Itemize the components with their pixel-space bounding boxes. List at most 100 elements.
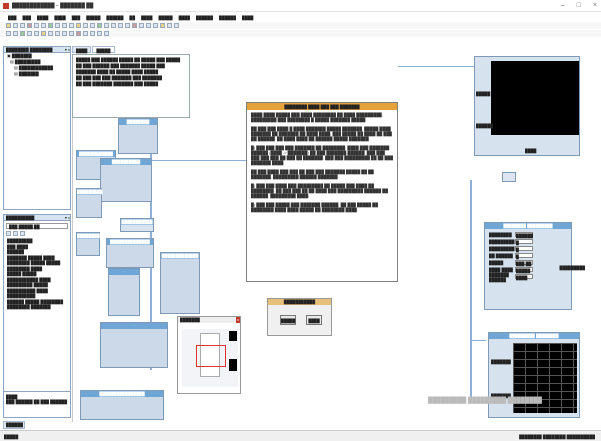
fgen-row-value[interactable]: ██████ bbox=[515, 232, 533, 238]
wire-icon[interactable] bbox=[13, 31, 18, 36]
menu-item[interactable]: ██████ bbox=[196, 15, 213, 20]
align-left-icon[interactable] bbox=[104, 23, 109, 28]
close-button[interactable]: × bbox=[593, 2, 597, 9]
waveform-graph[interactable]: █████ ██████ ████ bbox=[474, 56, 580, 156]
run-icon[interactable] bbox=[48, 23, 53, 28]
menu-item[interactable]: ██ bbox=[129, 15, 135, 20]
pin-icon[interactable]: ▾ x bbox=[65, 215, 70, 220]
menu-item[interactable]: ████ bbox=[37, 15, 48, 20]
pointer-icon[interactable] bbox=[6, 31, 11, 36]
canvas-node[interactable]: · bbox=[100, 322, 168, 368]
redo-icon[interactable] bbox=[69, 23, 74, 28]
help-icon[interactable] bbox=[174, 23, 179, 28]
debug-icon[interactable] bbox=[83, 23, 88, 28]
minimap-title: ███████ bbox=[180, 317, 200, 322]
tab-item[interactable]: ████ bbox=[72, 46, 92, 53]
canvas-node[interactable]: █████████ bbox=[76, 188, 103, 218]
canvas-node[interactable]: ████████ bbox=[76, 232, 100, 256]
maximize-button[interactable]: □ bbox=[577, 2, 581, 9]
tab-item[interactable]: █████ bbox=[92, 46, 115, 53]
align-center-icon[interactable] bbox=[111, 23, 116, 28]
tree-item[interactable]: ▤ ███████ bbox=[4, 71, 70, 77]
image-icon[interactable] bbox=[76, 31, 81, 36]
minimap-viewport[interactable] bbox=[196, 345, 226, 367]
status-text: █████ bbox=[4, 434, 19, 439]
new-icon[interactable] bbox=[6, 23, 11, 28]
build-icon[interactable] bbox=[76, 23, 81, 28]
table-icon[interactable] bbox=[69, 31, 74, 36]
stop-icon[interactable] bbox=[55, 23, 60, 28]
wire bbox=[470, 180, 472, 400]
category-icon[interactable] bbox=[13, 231, 18, 236]
menu-item[interactable]: ████ bbox=[179, 15, 190, 20]
delete-icon[interactable] bbox=[132, 23, 137, 28]
group-icon[interactable] bbox=[83, 31, 88, 36]
menu-item[interactable]: ██████ bbox=[106, 15, 123, 20]
panel-icon[interactable] bbox=[55, 31, 60, 36]
canvas-node[interactable]: · bbox=[108, 268, 140, 316]
menu-item[interactable]: █████ bbox=[86, 15, 100, 20]
cut-icon[interactable] bbox=[27, 23, 32, 28]
spectrum-graph[interactable]: █████████ ████████ ███████ ███████ bbox=[488, 332, 580, 418]
label-icon[interactable] bbox=[34, 31, 39, 36]
button-icon[interactable] bbox=[48, 31, 53, 36]
minimize-button[interactable]: – bbox=[561, 2, 565, 9]
close-icon[interactable]: x bbox=[236, 317, 240, 323]
canvas-node[interactable]: ██████████████ bbox=[106, 238, 154, 268]
ungroup-icon[interactable] bbox=[90, 31, 95, 36]
fit-icon[interactable] bbox=[153, 23, 158, 28]
canvas-node[interactable]: ██████████ bbox=[100, 158, 152, 202]
program-explorer-panel: ████████ ████████ ▾ x ▣ ███████ ▤ ██████… bbox=[3, 46, 71, 210]
layout-icon[interactable] bbox=[160, 23, 165, 28]
open-icon[interactable] bbox=[13, 23, 18, 28]
align-right-icon[interactable] bbox=[118, 23, 123, 28]
fgen-row-value[interactable]: █ bbox=[515, 239, 533, 245]
paste-icon[interactable] bbox=[41, 23, 46, 28]
minimap-view[interactable] bbox=[182, 329, 238, 387]
menu-item[interactable]: ████ bbox=[242, 15, 253, 20]
zoom-in-icon[interactable] bbox=[139, 23, 144, 28]
undo-icon[interactable] bbox=[62, 23, 67, 28]
canvas-node[interactable]: ████████ bbox=[118, 118, 158, 154]
text-icon[interactable] bbox=[27, 31, 32, 36]
menu-item[interactable]: ████ bbox=[54, 15, 65, 20]
canvas-node[interactable]: ███████████ bbox=[120, 218, 154, 232]
fgen-row-value[interactable]: ███ ██ bbox=[515, 260, 533, 266]
fgen-row-value[interactable]: █ bbox=[515, 246, 533, 252]
events-icon[interactable] bbox=[20, 231, 25, 236]
sort-icon[interactable] bbox=[6, 231, 11, 236]
spectrum-graph-title: █████████ ████████ bbox=[489, 333, 579, 339]
fgen-row-value[interactable]: █ bbox=[515, 253, 533, 259]
grid-icon[interactable] bbox=[125, 23, 130, 28]
numeric-indicator[interactable] bbox=[502, 172, 516, 182]
object-selector[interactable]: ███ █████ ██ bbox=[6, 223, 68, 229]
canvas-node[interactable]: █████████████ bbox=[160, 252, 200, 314]
start-button[interactable]: █████ bbox=[280, 315, 296, 325]
menu-item[interactable]: █████ bbox=[158, 15, 172, 20]
bring-front-icon[interactable] bbox=[97, 31, 102, 36]
bottom-tab[interactable]: ██████ bbox=[3, 421, 25, 429]
fgen-row-value[interactable]: ████ bbox=[515, 274, 533, 280]
copy-icon[interactable] bbox=[34, 23, 39, 28]
property-grid: █████████ ███ ████ ██████ ███████ █████ … bbox=[4, 238, 70, 310]
send-back-icon[interactable] bbox=[104, 31, 109, 36]
menu-item[interactable]: ██████ bbox=[219, 15, 236, 20]
pin-icon[interactable]: ▾ x bbox=[65, 47, 70, 52]
step-icon[interactable] bbox=[90, 23, 95, 28]
stop-button[interactable]: ████ bbox=[306, 315, 322, 325]
chart-icon[interactable] bbox=[41, 31, 46, 36]
canvas-node[interactable]: ████████████████ bbox=[80, 390, 164, 420]
zoom-out-icon[interactable] bbox=[146, 23, 151, 28]
menu-item[interactable]: ████ bbox=[141, 15, 152, 20]
save-icon[interactable] bbox=[20, 23, 25, 28]
menu-item[interactable]: ███ bbox=[8, 15, 17, 20]
menu-item[interactable]: ███ bbox=[72, 15, 81, 20]
menu-item[interactable]: ███ bbox=[23, 15, 32, 20]
list-icon[interactable] bbox=[62, 31, 67, 36]
property-row[interactable]: ████████ ███████ bbox=[7, 304, 70, 310]
settings-icon[interactable] bbox=[167, 23, 172, 28]
fgen-row-value[interactable]: █████ bbox=[515, 267, 533, 273]
menu-bar: ███ ███ ████ ████ ███ █████ ██████ ██ ██… bbox=[0, 13, 601, 21]
add-icon[interactable] bbox=[20, 31, 25, 36]
start-icon[interactable] bbox=[97, 23, 102, 28]
